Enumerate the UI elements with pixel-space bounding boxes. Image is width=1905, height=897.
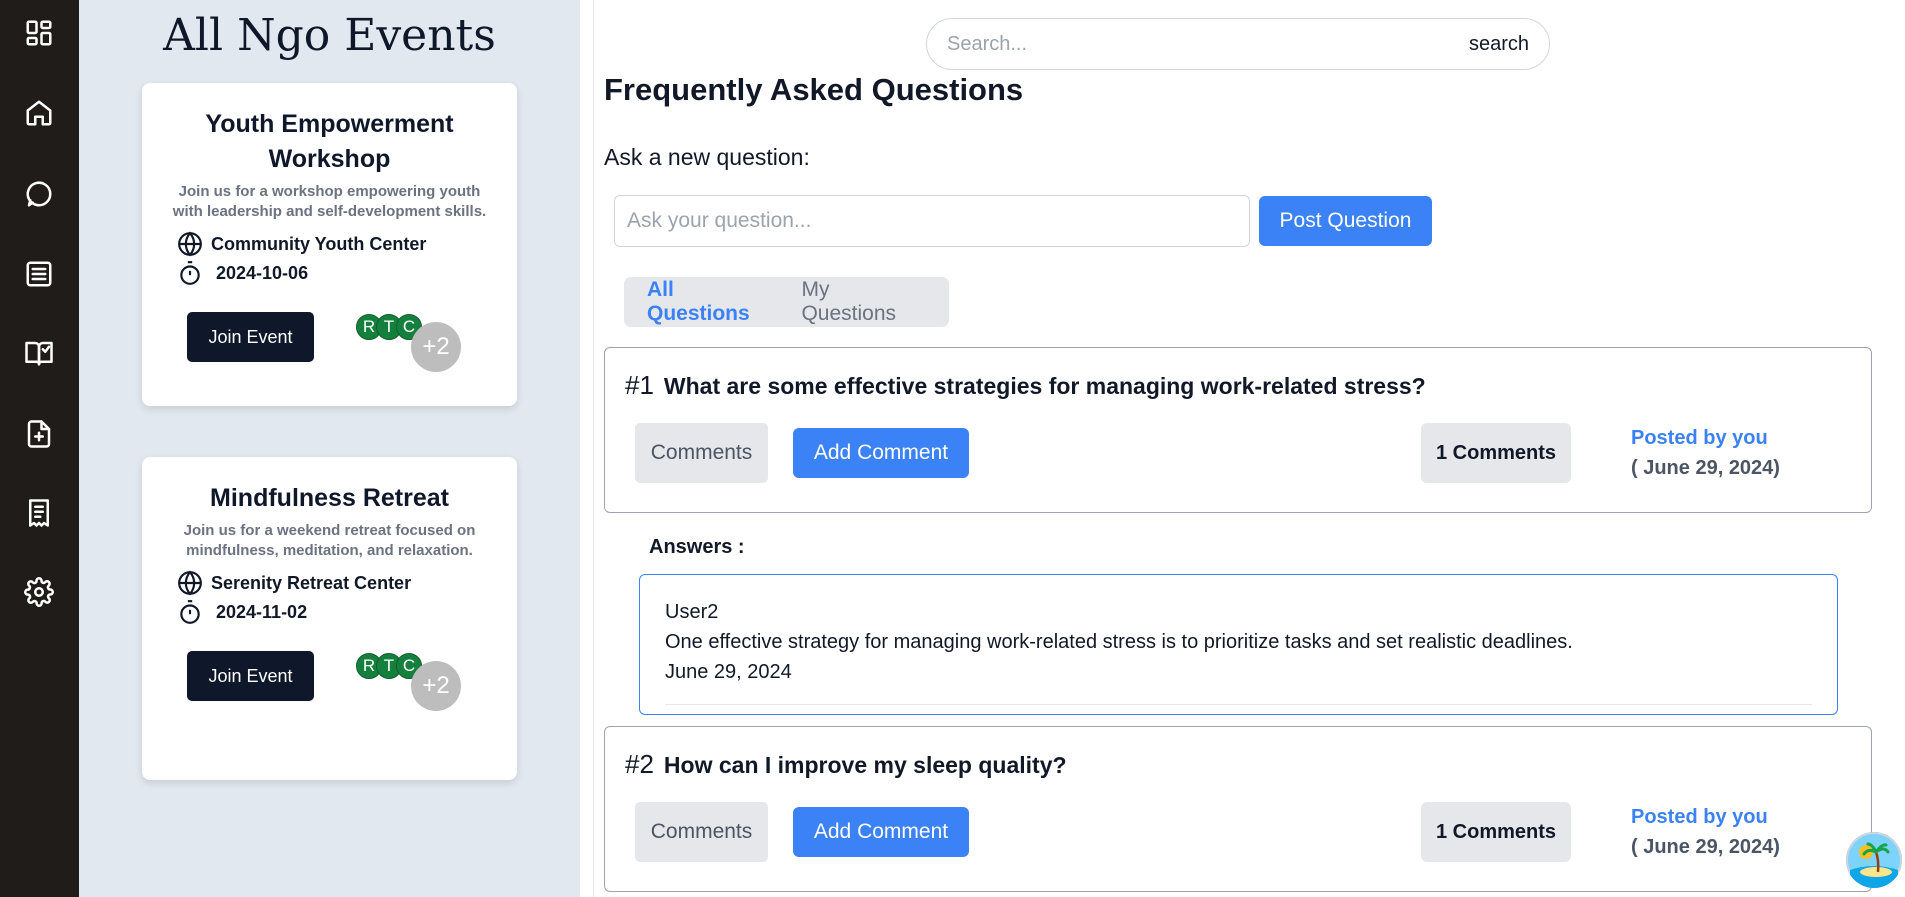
search-input[interactable] (947, 32, 1469, 56)
event-title: Mindfulness Retreat (210, 484, 449, 512)
event-date-text: 2024-11-02 (216, 601, 308, 622)
posted-date: ( June 29, 2024) (1631, 457, 1780, 479)
event-title: Youth Empowerment Workshop (205, 110, 454, 173)
sidebar (0, 0, 79, 897)
answer-text: One effective strategy for managing work… (665, 631, 1573, 653)
posted-info: Posted by you ( June 29, 2024) (1631, 802, 1780, 862)
event-location: Serenity Retreat Center (177, 570, 411, 596)
event-card: Mindfulness Retreat Join us for a weeken… (142, 457, 517, 780)
tab-all-questions[interactable]: All Questions (647, 278, 781, 326)
posted-info: Posted by you ( June 29, 2024) (1631, 423, 1780, 483)
more-attendees-badge: +2 (411, 661, 461, 711)
add-comment-button[interactable]: Add Comment (793, 428, 969, 478)
event-location-text: Community Youth Center (211, 233, 427, 254)
join-event-button[interactable]: Join Event (187, 312, 314, 362)
ask-label: Ask a new question: (604, 144, 810, 170)
event-date: 2024-11-02 (177, 599, 307, 625)
event-location-text: Serenity Retreat Center (211, 572, 412, 593)
join-event-button[interactable]: Join Event (187, 651, 314, 701)
answer-date: June 29, 2024 (665, 661, 792, 683)
question-text: What are some effective strategies for m… (663, 373, 1426, 399)
events-title: All Ngo Events (163, 10, 496, 61)
event-description: Join us for a weekend retreat focused on… (183, 522, 476, 559)
add-comment-button[interactable]: Add Comment (793, 807, 969, 857)
question-card: #1 What are some effective strategies fo… (604, 347, 1872, 513)
event-description: Join us for a workshop empowering youth … (172, 183, 487, 220)
attendee-avatars: R T C +2 (356, 651, 476, 711)
posted-by: Posted by you (1631, 427, 1768, 449)
stopwatch-icon (180, 261, 200, 285)
question-text: How can I improve my sleep quality? (663, 752, 1067, 778)
event-card: Youth Empowerment Workshop Join us for a… (142, 83, 517, 406)
book-icon[interactable] (23, 337, 55, 369)
home-icon[interactable] (23, 97, 55, 129)
event-date: 2024-10-06 (177, 260, 308, 286)
comments-button[interactable]: Comments (635, 802, 768, 862)
posted-date: ( June 29, 2024) (1631, 836, 1780, 858)
search-bar: search (926, 18, 1550, 70)
gear-icon[interactable] (23, 576, 55, 608)
question-number: #2 (625, 749, 654, 779)
question-header: #2 How can I improve my sleep quality? (625, 749, 1067, 780)
question-header: #1 What are some effective strategies fo… (625, 370, 1426, 401)
dashboard-icon[interactable] (23, 17, 55, 49)
answer-user: User2 (665, 601, 719, 623)
add-file-icon[interactable] (23, 418, 55, 450)
answer-body: User2 One effective strategy for managin… (665, 597, 1812, 705)
list-icon[interactable] (23, 258, 55, 290)
faq-main: search Frequently Asked Questions Ask a … (580, 0, 1905, 897)
event-date-text: 2024-10-06 (216, 262, 309, 283)
events-panel: All Ngo Events Youth Empowerment Worksho… (79, 0, 580, 897)
question-input[interactable] (614, 195, 1250, 247)
posted-by: Posted by you (1631, 806, 1768, 828)
receipt-icon[interactable] (23, 497, 55, 529)
answers-label: Answers : (649, 536, 745, 558)
island-icon (1846, 832, 1902, 888)
assistant-avatar-button[interactable] (1846, 832, 1902, 888)
comments-button[interactable]: Comments (635, 423, 768, 483)
event-location: Community Youth Center (177, 231, 426, 257)
search-button[interactable]: search (1469, 33, 1529, 56)
chat-icon[interactable] (23, 178, 55, 210)
divider (593, 0, 594, 897)
tab-my-questions[interactable]: My Questions (801, 278, 929, 326)
comment-count-badge: 1 Comments (1421, 423, 1571, 483)
question-tabs: All Questions My Questions (624, 277, 949, 327)
post-question-button[interactable]: Post Question (1259, 196, 1432, 246)
question-card: #2 How can I improve my sleep quality? C… (604, 726, 1872, 892)
answer-item: User2 One effective strategy for managin… (639, 574, 1838, 715)
attendee-avatars: R T C +2 (356, 312, 476, 372)
comment-count-badge: 1 Comments (1421, 802, 1571, 862)
page-title: Frequently Asked Questions (604, 72, 1024, 107)
more-attendees-badge: +2 (411, 322, 461, 372)
question-number: #1 (625, 370, 654, 400)
globe-icon (178, 231, 202, 257)
globe-icon (178, 570, 202, 596)
stopwatch-icon (180, 600, 200, 624)
